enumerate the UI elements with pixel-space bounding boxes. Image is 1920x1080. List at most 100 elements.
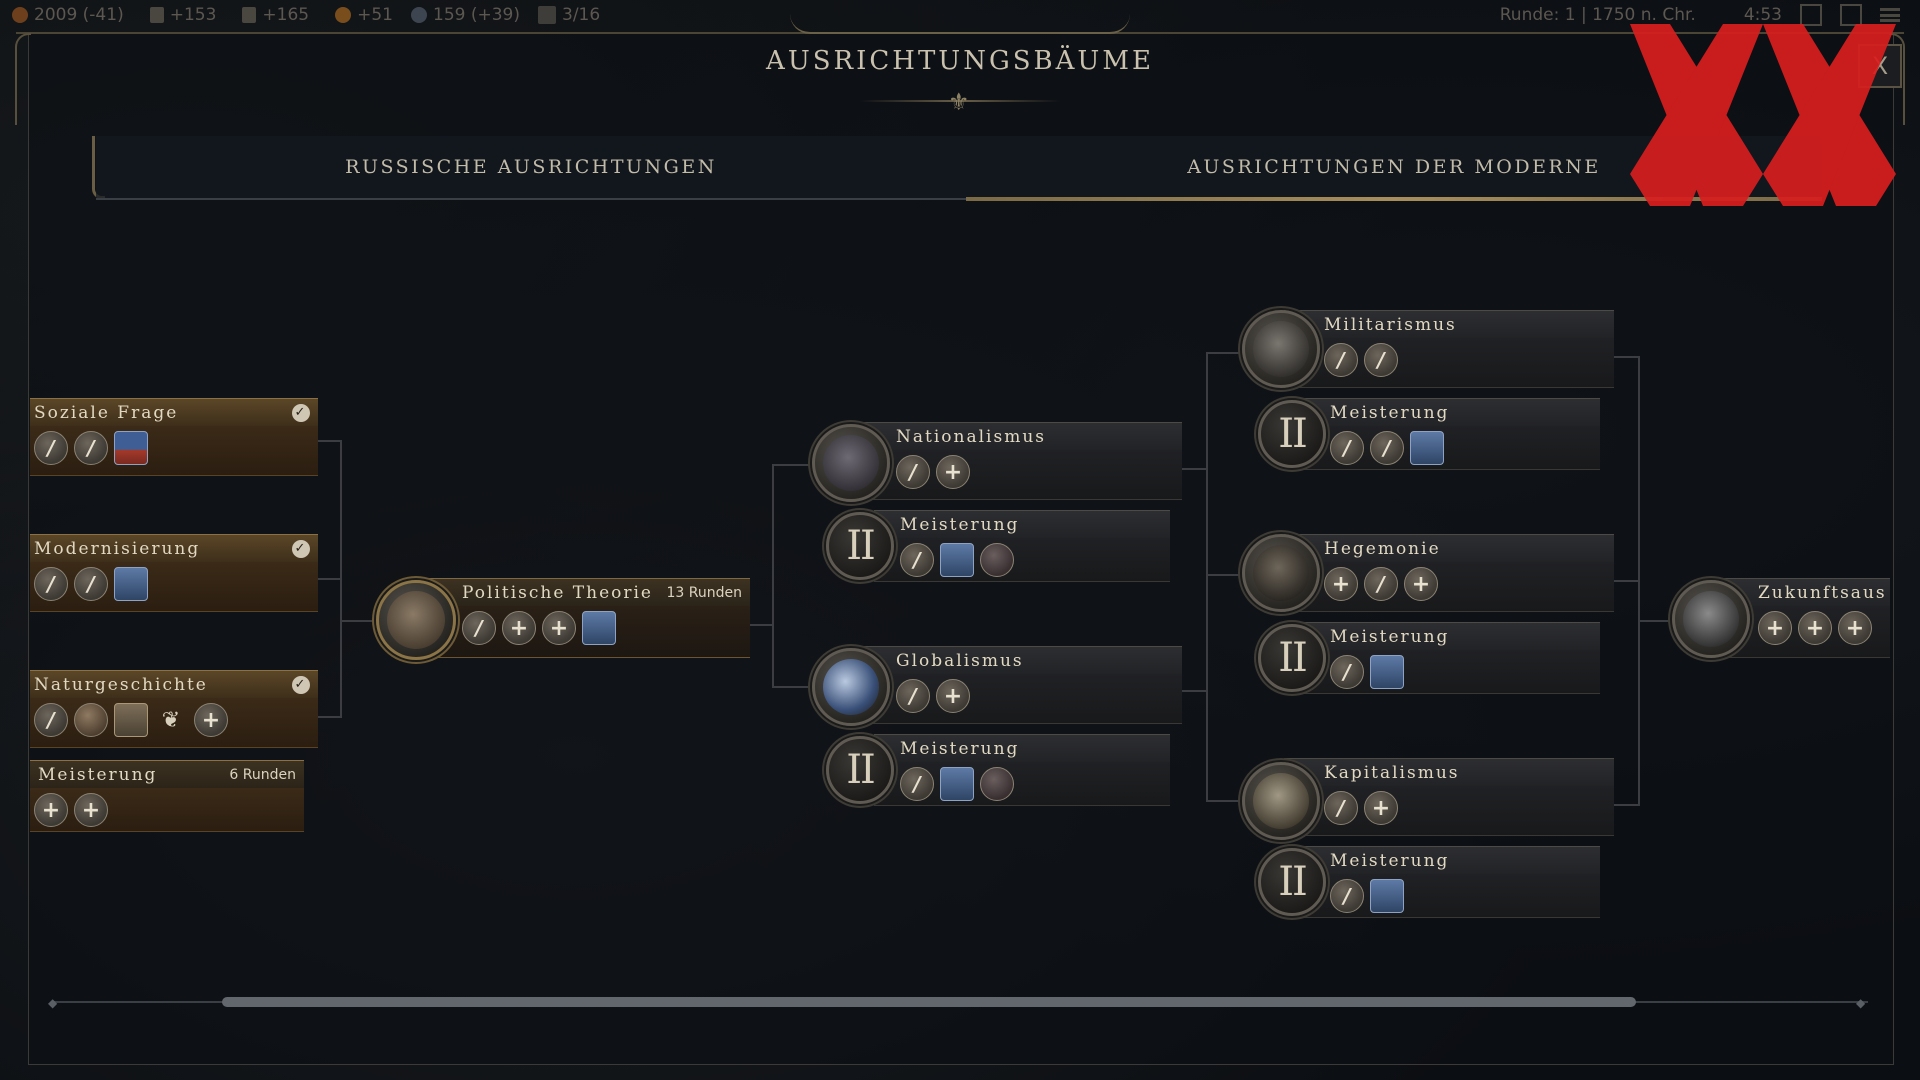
quill-icon[interactable]	[1324, 343, 1358, 377]
museum-icon[interactable]	[74, 703, 108, 737]
quill-icon[interactable]	[896, 455, 930, 489]
hegemonie-medallion-icon[interactable]	[1242, 534, 1320, 612]
quill-icon[interactable]	[74, 431, 108, 465]
reward-icons: + + +	[1758, 611, 1872, 645]
doctrine-modernisierung[interactable]: Modernisierung ✓	[30, 534, 318, 612]
doctrine-header: Meisterung	[1304, 398, 1600, 426]
colonnade-building-icon[interactable]	[1410, 431, 1444, 465]
medallion-portrait	[1253, 321, 1309, 377]
menu-icon[interactable]	[1880, 8, 1900, 22]
militarismus-medallion-icon[interactable]	[1242, 310, 1320, 388]
zukunft-medallion-icon[interactable]	[1672, 580, 1750, 658]
doctrine-naturgeschichte-meisterung[interactable]: Meisterung 6 Runden + +	[30, 760, 304, 832]
doctrine-nationalismus-meisterung[interactable]: Meisterung	[874, 510, 1170, 582]
globe-icon	[823, 659, 879, 715]
plus-icon[interactable]: +	[1324, 567, 1358, 601]
connector	[340, 620, 376, 622]
plus-icon[interactable]: +	[34, 793, 68, 827]
building-icon[interactable]	[1370, 655, 1404, 689]
statue-building-icon[interactable]	[1370, 879, 1404, 913]
quill-icon[interactable]	[1324, 791, 1358, 825]
doctrine-nationalismus[interactable]: Nationalismus +	[856, 422, 1182, 500]
building-icon[interactable]	[940, 767, 974, 801]
quill-icon[interactable]	[900, 543, 934, 577]
doctrine-naturgeschichte[interactable]: Naturgeschichte ✓ ❦ +	[30, 670, 318, 748]
scroll-left-arrow-icon[interactable]: ◆	[48, 996, 57, 1010]
horizontal-scroll-thumb[interactable]	[222, 997, 1636, 1007]
doctrine-militarismus[interactable]: Militarismus	[1284, 310, 1614, 388]
doctrine-body	[1304, 650, 1600, 694]
doctrine-globalismus-meisterung[interactable]: Meisterung	[874, 734, 1170, 806]
doctrine-hegemonie[interactable]: Hegemonie + +	[1284, 534, 1614, 612]
plus-icon[interactable]: +	[936, 455, 970, 489]
turns-remaining: 6 Runden	[229, 766, 296, 783]
doctrine-kapitalismus[interactable]: Kapitalismus +	[1284, 758, 1614, 836]
connector	[772, 686, 812, 688]
quill-icon[interactable]	[1364, 567, 1398, 601]
doctrine-body	[1284, 338, 1614, 388]
nationalismus-medallion-icon[interactable]	[812, 424, 890, 502]
help-icon[interactable]	[1840, 4, 1862, 26]
plus-icon[interactable]: +	[936, 679, 970, 713]
doctrine-name: Meisterung	[900, 514, 1020, 535]
quill-icon[interactable]	[1330, 655, 1364, 689]
quill-icon[interactable]	[74, 567, 108, 601]
connector	[340, 440, 342, 718]
connector	[772, 464, 812, 466]
connector	[318, 716, 340, 718]
shop-icon[interactable]	[1800, 4, 1822, 26]
quill-icon[interactable]	[1370, 431, 1404, 465]
military-icon[interactable]	[980, 767, 1014, 801]
doctrine-body	[1304, 874, 1600, 918]
scroll-right-arrow-icon[interactable]: ◆	[1856, 996, 1865, 1010]
quill-icon[interactable]	[900, 767, 934, 801]
completed-check-icon: ✓	[292, 675, 310, 694]
city-icon	[538, 6, 556, 24]
doctrine-soziale-frage[interactable]: Soziale Frage ✓	[30, 398, 318, 476]
doctrine-header: Soziale Frage ✓	[30, 398, 318, 426]
doctrine-name: Nationalismus	[896, 426, 1046, 447]
building-icon[interactable]	[114, 431, 148, 465]
quill-icon[interactable]	[34, 703, 68, 737]
plus-icon[interactable]: +	[1798, 611, 1832, 645]
quill-icon[interactable]	[462, 611, 496, 645]
reward-icons	[34, 431, 148, 465]
doctrine-politische-theorie[interactable]: Politische Theorie 13 Runden + +	[414, 578, 750, 658]
military-icon[interactable]	[980, 543, 1014, 577]
doctrine-name: Hegemonie	[1324, 538, 1441, 559]
quill-icon[interactable]	[1330, 879, 1364, 913]
kapitalismus-medallion-icon[interactable]	[1242, 762, 1320, 840]
doctrine-body	[874, 762, 1170, 806]
politische-theorie-medallion-icon[interactable]	[376, 580, 456, 660]
plus-icon[interactable]: +	[194, 703, 228, 737]
tab-russian-doctrines[interactable]: RUSSISCHE AUSRICHTUNGEN	[96, 136, 966, 198]
doctrine-name: Meisterung	[38, 764, 158, 785]
colonnade-building-icon[interactable]	[114, 567, 148, 601]
doctrine-hegemonie-meisterung[interactable]: Meisterung	[1304, 622, 1600, 694]
quill-icon[interactable]	[34, 431, 68, 465]
reward-icons	[1330, 879, 1404, 913]
music-icon	[242, 7, 257, 23]
doctrine-kapitalismus-meisterung[interactable]: Meisterung	[1304, 846, 1600, 918]
plus-icon[interactable]: +	[1758, 611, 1792, 645]
quill-icon[interactable]	[896, 679, 930, 713]
globalismus-medallion-icon[interactable]	[812, 648, 890, 726]
resource-coin: +51	[335, 5, 393, 25]
plus-icon[interactable]: +	[74, 793, 108, 827]
plus-icon[interactable]: +	[1404, 567, 1438, 601]
plus-icon[interactable]: +	[542, 611, 576, 645]
parade-building-icon[interactable]	[940, 543, 974, 577]
doctrine-militarismus-meisterung[interactable]: Meisterung	[1304, 398, 1600, 470]
quill-icon[interactable]	[34, 567, 68, 601]
doctrine-globalismus[interactable]: Globalismus +	[856, 646, 1182, 724]
landmark-icon[interactable]	[114, 703, 148, 737]
reward-icons	[1330, 655, 1404, 689]
quill-icon[interactable]	[1330, 431, 1364, 465]
doctrine-header: Politische Theorie 13 Runden	[414, 578, 750, 606]
bird-icon[interactable]: ❦	[154, 703, 188, 737]
plus-icon[interactable]: +	[1838, 611, 1872, 645]
monument-building-icon[interactable]	[582, 611, 616, 645]
quill-icon[interactable]	[1364, 343, 1398, 377]
plus-icon[interactable]: +	[502, 611, 536, 645]
plus-icon[interactable]: +	[1364, 791, 1398, 825]
